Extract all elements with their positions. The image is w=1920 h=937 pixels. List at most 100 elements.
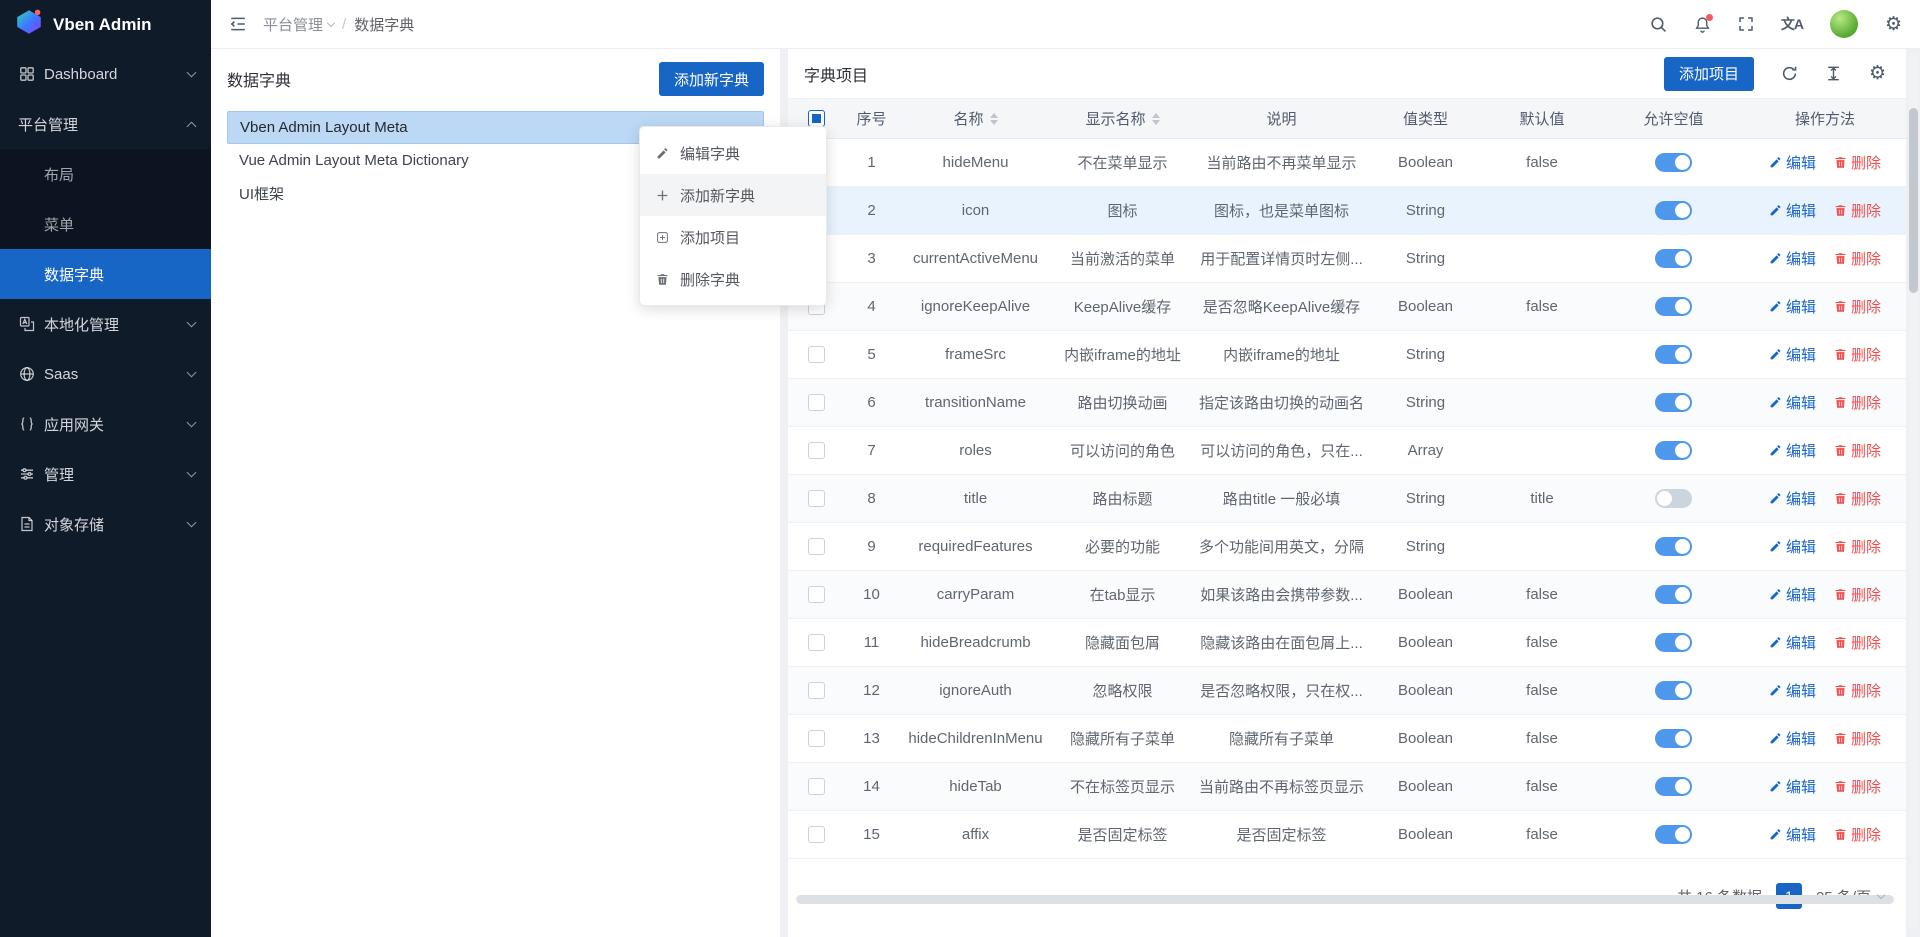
row-checkbox[interactable] — [808, 826, 825, 843]
allow-null-toggle[interactable] — [1655, 441, 1692, 460]
search-icon[interactable] — [1650, 16, 1667, 33]
delete-link[interactable]: 删除 — [1834, 248, 1881, 269]
sidebar-item-0[interactable]: Dashboard — [0, 49, 211, 99]
sort-icon[interactable] — [1152, 113, 1160, 125]
breadcrumb-item[interactable]: 平台管理 — [263, 14, 334, 35]
context-menu-item-1[interactable]: 添加新字典 — [640, 174, 826, 216]
allow-null-toggle[interactable] — [1655, 537, 1692, 556]
horizontal-scrollbar[interactable] — [796, 895, 1894, 904]
edit-link[interactable]: 编辑 — [1769, 440, 1816, 461]
delete-link[interactable]: 删除 — [1834, 536, 1881, 557]
edit-link[interactable]: 编辑 — [1769, 488, 1816, 509]
delete-link[interactable]: 删除 — [1834, 200, 1881, 221]
edit-link[interactable]: 编辑 — [1769, 728, 1816, 749]
sidebar-item-3[interactable]: Saas — [0, 349, 211, 399]
context-menu-item-3[interactable]: 删除字典 — [640, 258, 826, 300]
sidebar-item-6[interactable]: 对象存储 — [0, 499, 211, 549]
allow-null-toggle[interactable] — [1655, 633, 1692, 652]
cell-default — [1481, 331, 1603, 379]
notification-bell-icon[interactable] — [1694, 16, 1711, 33]
edit-link[interactable]: 编辑 — [1769, 200, 1816, 221]
allow-null-toggle[interactable] — [1655, 153, 1692, 172]
column-label: 操作方法 — [1795, 108, 1855, 129]
column-label: 允许空值 — [1643, 108, 1703, 129]
sort-icon[interactable] — [990, 113, 998, 125]
language-icon[interactable]: 文A — [1781, 14, 1803, 34]
allow-null-toggle[interactable] — [1655, 489, 1692, 508]
settings-gear-icon[interactable]: ⚙ — [1885, 15, 1902, 34]
app-logo[interactable]: Vben Admin — [0, 0, 211, 49]
sidebar-item-4[interactable]: 应用网关 — [0, 399, 211, 449]
row-checkbox[interactable] — [808, 442, 825, 459]
dict-items-table: 序号名称显示名称说明值类型默认值允许空值操作方法 1hideMenu不在菜单显示… — [788, 98, 1906, 859]
delete-link[interactable]: 删除 — [1834, 680, 1881, 701]
collapse-sidebar-icon[interactable] — [229, 15, 247, 33]
vertical-scrollbar-thumb[interactable] — [1909, 108, 1918, 293]
edit-link[interactable]: 编辑 — [1769, 248, 1816, 269]
edit-link[interactable]: 编辑 — [1769, 680, 1816, 701]
allow-null-toggle[interactable] — [1655, 393, 1692, 412]
topbar: 平台管理 / 数据字典 文A ⚙ — [211, 0, 1920, 49]
table-row-8: 8title路由标题路由title 一般必填Stringtitle编辑删除 — [788, 475, 1906, 523]
edit-link[interactable]: 编辑 — [1769, 536, 1816, 557]
delete-link[interactable]: 删除 — [1834, 824, 1881, 845]
add-dictionary-button[interactable]: 添加新字典 — [659, 62, 764, 96]
sidebar-item-1[interactable]: 平台管理 — [0, 99, 211, 149]
row-checkbox[interactable] — [808, 490, 825, 507]
delete-link[interactable]: 删除 — [1834, 728, 1881, 749]
edit-link[interactable]: 编辑 — [1769, 344, 1816, 365]
edit-link[interactable]: 编辑 — [1769, 824, 1816, 845]
context-menu-item-0[interactable]: 编辑字典 — [640, 132, 826, 174]
column-settings-gear-icon[interactable]: ⚙ — [1869, 64, 1886, 83]
sidebar-subitem-1-1[interactable]: 菜单 — [0, 199, 211, 249]
allow-null-toggle[interactable] — [1655, 777, 1692, 796]
delete-link[interactable]: 删除 — [1834, 488, 1881, 509]
delete-link[interactable]: 删除 — [1834, 584, 1881, 605]
delete-link[interactable]: 删除 — [1834, 296, 1881, 317]
row-height-icon[interactable] — [1825, 65, 1842, 82]
allow-null-toggle[interactable] — [1655, 249, 1692, 268]
allow-null-toggle[interactable] — [1655, 201, 1692, 220]
edit-link[interactable]: 编辑 — [1769, 584, 1816, 605]
row-checkbox[interactable] — [808, 634, 825, 651]
chevron-down-icon — [187, 318, 197, 328]
sidebar-subitem-1-2[interactable]: 数据字典 — [0, 249, 211, 299]
column-header-1: 名称 — [899, 99, 1052, 139]
edit-link[interactable]: 编辑 — [1769, 296, 1816, 317]
row-checkbox[interactable] — [808, 682, 825, 699]
allow-null-toggle[interactable] — [1655, 585, 1692, 604]
refresh-icon[interactable] — [1781, 65, 1798, 82]
user-avatar[interactable] — [1830, 10, 1858, 38]
delete-link[interactable]: 删除 — [1834, 776, 1881, 797]
sidebar-item-5[interactable]: 管理 — [0, 449, 211, 499]
sidebar-item-2[interactable]: 本地化管理 — [0, 299, 211, 349]
delete-link[interactable]: 删除 — [1834, 632, 1881, 653]
context-menu-item-2[interactable]: 添加项目 — [640, 216, 826, 258]
delete-link[interactable]: 删除 — [1834, 152, 1881, 173]
select-all-checkbox[interactable] — [808, 110, 825, 127]
edit-link[interactable]: 编辑 — [1769, 392, 1816, 413]
cell-default — [1481, 427, 1603, 475]
vertical-scrollbar[interactable] — [1909, 53, 1918, 929]
fullscreen-icon[interactable] — [1738, 16, 1754, 32]
row-checkbox[interactable] — [808, 346, 825, 363]
allow-null-toggle[interactable] — [1655, 729, 1692, 748]
sidebar-subitem-1-0[interactable]: 布局 — [0, 149, 211, 199]
edit-link[interactable]: 编辑 — [1769, 632, 1816, 653]
row-checkbox[interactable] — [808, 778, 825, 795]
row-checkbox[interactable] — [808, 730, 825, 747]
allow-null-toggle[interactable] — [1655, 345, 1692, 364]
allow-null-toggle[interactable] — [1655, 825, 1692, 844]
delete-link[interactable]: 删除 — [1834, 344, 1881, 365]
row-checkbox[interactable] — [808, 538, 825, 555]
sidebar-item-label: 平台管理 — [18, 114, 180, 135]
row-checkbox[interactable] — [808, 586, 825, 603]
allow-null-toggle[interactable] — [1655, 681, 1692, 700]
edit-link[interactable]: 编辑 — [1769, 152, 1816, 173]
row-checkbox[interactable] — [808, 394, 825, 411]
allow-null-toggle[interactable] — [1655, 297, 1692, 316]
edit-link[interactable]: 编辑 — [1769, 776, 1816, 797]
add-item-button[interactable]: 添加项目 — [1664, 57, 1754, 91]
delete-link[interactable]: 删除 — [1834, 440, 1881, 461]
delete-link[interactable]: 删除 — [1834, 392, 1881, 413]
